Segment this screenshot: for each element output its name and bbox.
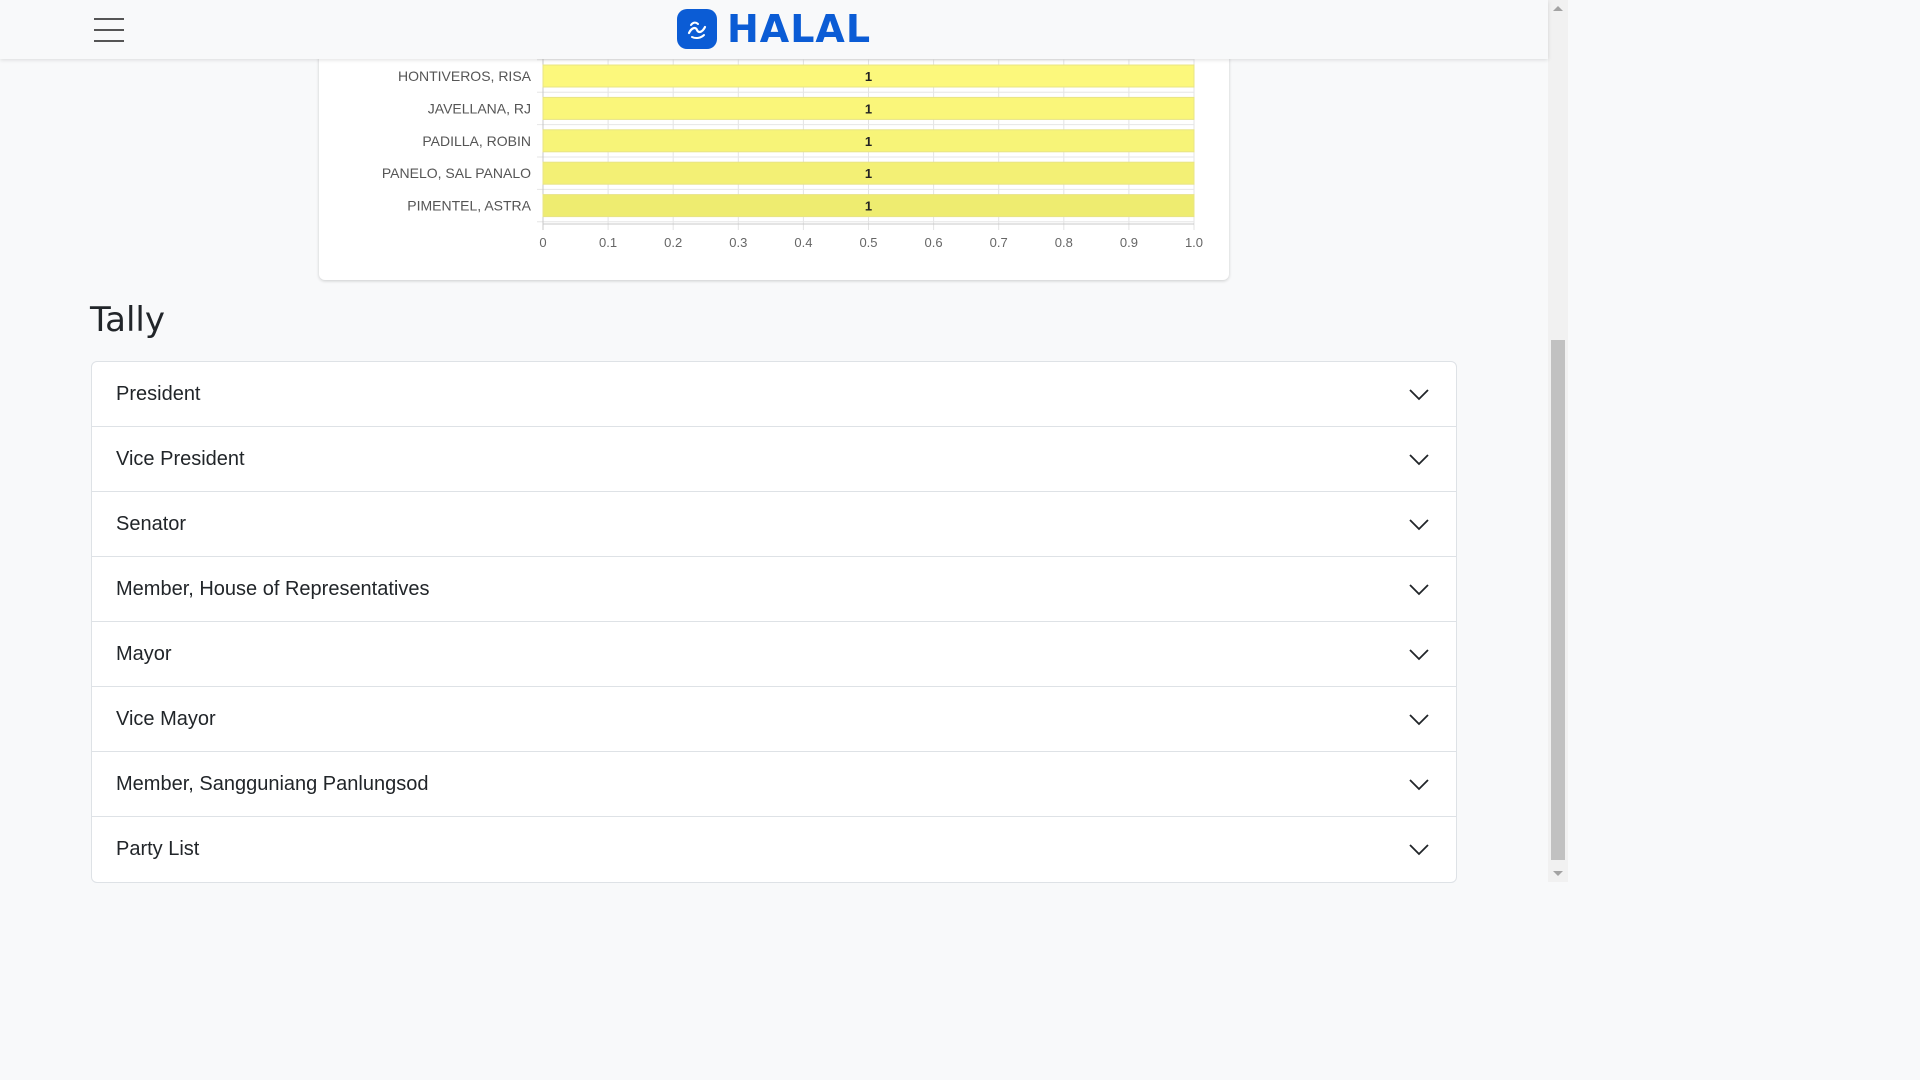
accordion-item[interactable]: Mayor <box>92 622 1456 687</box>
scrollbar-thumb[interactable] <box>1551 340 1565 860</box>
accordion-item-label: Vice Mayor <box>116 708 216 730</box>
chart-tick-label: 0.5 <box>859 235 877 250</box>
accordion-item-label: Vice President <box>116 448 245 470</box>
accordion-item[interactable]: Member, Sangguniang Panlungsod <box>92 752 1456 817</box>
chart-data-label: 1 <box>865 134 872 149</box>
vote-bar-chart: HONTIVEROS, RISA 1 JAVELLANA, RJ 1 PADILLA, … <box>382 54 1203 250</box>
chevron-down-icon[interactable] <box>1408 449 1430 471</box>
chart-category-label: PIMENTEL, ASTRA <box>407 198 531 214</box>
chart-data-label: 1 <box>865 166 872 181</box>
chart-data-label: 1 <box>865 69 872 84</box>
chevron-down-icon[interactable] <box>1408 384 1430 406</box>
chart-category-label: HONTIVEROS, RISA <box>398 68 532 84</box>
accordion-item-label: Member, Sangguniang Panlungsod <box>116 773 429 795</box>
chart-tick-label: 0.7 <box>990 235 1008 250</box>
chart-tick-label: 0.6 <box>925 235 943 250</box>
accordion-item-label: Member, House of Representatives <box>116 578 430 600</box>
chart-tick-label: 0.1 <box>599 235 617 250</box>
top-navbar: HALAL <box>0 0 1548 59</box>
chart-category-label: PADILLA, ROBIN <box>422 133 531 149</box>
chart-tick-label: 0.3 <box>729 235 747 250</box>
chart-category-label: JAVELLANA, RJ <box>428 100 531 116</box>
accordion-item[interactable]: Member, House of Representatives <box>92 557 1456 622</box>
chart-tick-label: 0.8 <box>1055 235 1073 250</box>
hamburger-menu-icon[interactable] <box>94 18 124 42</box>
scroll-up-arrow-icon[interactable] <box>1553 6 1563 11</box>
chart-data-label: 1 <box>865 101 872 116</box>
chevron-down-icon[interactable] <box>1408 579 1430 601</box>
chart-tick-label: 1.0 <box>1185 235 1203 250</box>
chart-category-label: PANELO, SAL PANALO <box>382 165 531 181</box>
chevron-down-icon[interactable] <box>1408 774 1430 796</box>
tally-heading: Tally <box>90 300 165 340</box>
chart-tick-label: 0 <box>539 235 546 250</box>
brand-name: HALAL <box>727 7 872 51</box>
chart-tick-label: 0.9 <box>1120 235 1138 250</box>
chevron-down-icon[interactable] <box>1408 709 1430 731</box>
page-scrollbar[interactable] <box>1548 0 1568 882</box>
tally-accordion: President Vice President Senator Member, Ho… <box>91 361 1457 883</box>
chart-tick-label: 0.4 <box>794 235 812 250</box>
vote-bar-chart-card: HONTIVEROS, RISA 1 JAVELLANA, RJ 1 PADILLA, … <box>319 40 1229 280</box>
accordion-item[interactable]: Party List <box>92 817 1456 882</box>
wave-hand-icon <box>677 9 717 49</box>
chart-tick-label: 0.2 <box>664 235 682 250</box>
accordion-item-label: Senator <box>116 513 187 535</box>
accordion-item[interactable]: Vice President <box>92 427 1456 492</box>
chevron-down-icon[interactable] <box>1408 839 1430 861</box>
scroll-down-arrow-icon[interactable] <box>1553 871 1563 876</box>
accordion-item-label: President <box>116 383 201 405</box>
accordion-item[interactable]: Vice Mayor <box>92 687 1456 752</box>
chevron-down-icon[interactable] <box>1408 644 1430 666</box>
brand-logo-link[interactable]: HALAL <box>677 9 871 49</box>
accordion-item-label: Mayor <box>116 643 172 665</box>
accordion-item[interactable]: President <box>92 362 1456 427</box>
accordion-item-label: Party List <box>116 838 200 860</box>
accordion-item[interactable]: Senator <box>92 492 1456 557</box>
chevron-down-icon[interactable] <box>1408 514 1430 536</box>
chart-data-label: 1 <box>865 199 872 214</box>
